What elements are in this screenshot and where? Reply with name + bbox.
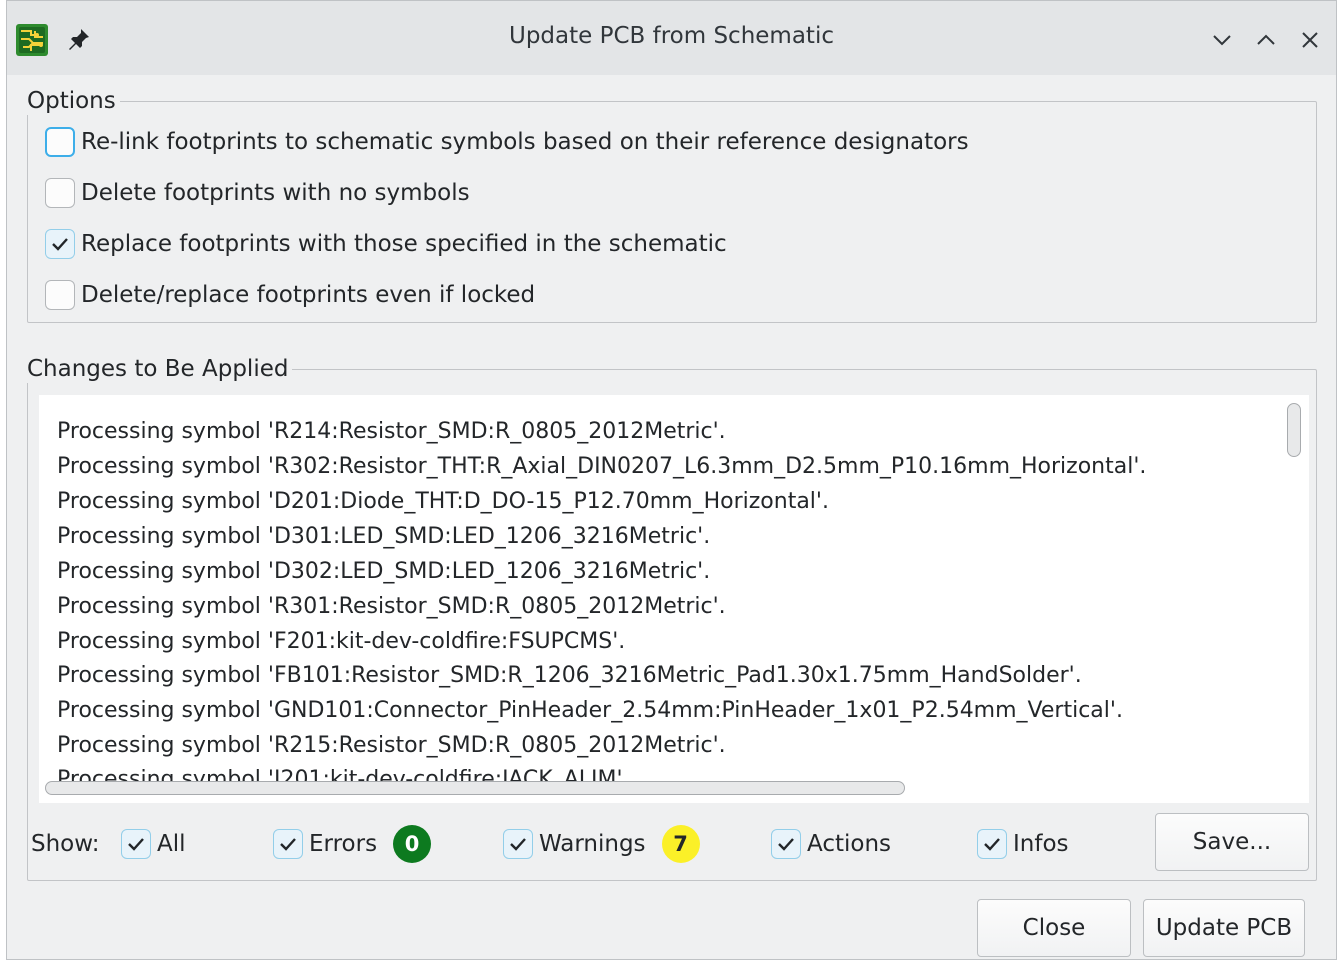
message-line: Processing symbol 'D301:LED_SMD:LED_1206… — [57, 524, 711, 549]
message-line: Processing symbol 'D201:Diode_THT:D_DO-1… — [57, 489, 829, 514]
message-line: Processing symbol 'R302:Resistor_THT:R_A… — [57, 454, 1147, 479]
filter-infos[interactable]: Infos — [977, 827, 1069, 861]
message-line: Processing symbol 'R301:Resistor_SMD:R_0… — [57, 594, 726, 619]
options-group-label: Options — [27, 87, 120, 115]
close-icon — [1302, 32, 1318, 48]
checkmark-icon — [52, 238, 68, 251]
minimize-button[interactable] — [1207, 25, 1237, 55]
maximize-button[interactable] — [1251, 25, 1281, 55]
minimize-icon — [1213, 35, 1231, 46]
message-line: Processing symbol 'R214:Resistor_SMD:R_0… — [57, 419, 726, 444]
window-title: Update PCB from Schematic — [509, 23, 834, 49]
update-pcb-dialog: Update PCB from Schematic Options Re-lin… — [6, 0, 1337, 960]
vertical-scrollbar[interactable] — [1287, 403, 1301, 457]
message-line: Processing symbol 'R215:Resistor_SMD:R_0… — [57, 733, 726, 758]
delete-locked-checkbox[interactable] — [45, 280, 75, 310]
warning-count-badge: 7 — [661, 825, 700, 863]
option-delete-locked-footprints[interactable]: Delete/replace footprints even if locked — [45, 278, 535, 312]
replace-footprints-checkbox[interactable] — [45, 229, 75, 259]
delete-footprints-checkbox[interactable] — [45, 178, 75, 208]
error-count-badge: 0 — [393, 825, 432, 863]
filter-errors-label: Errors — [309, 831, 378, 857]
filter-actions-label: Actions — [807, 831, 892, 857]
changes-message-list[interactable]: Processing symbol 'R214:Resistor_SMD:R_0… — [39, 395, 1309, 803]
filter-all[interactable]: All — [121, 827, 186, 861]
message-line: Processing symbol 'D302:LED_SMD:LED_1206… — [57, 559, 711, 584]
errors-checkbox[interactable] — [273, 829, 303, 859]
checkmark-icon — [984, 838, 1000, 851]
option-replace-footprints[interactable]: Replace footprints with those specified … — [45, 227, 727, 261]
title-bar: Update PCB from Schematic — [7, 1, 1336, 75]
actions-checkbox[interactable] — [771, 829, 801, 859]
option-label: Delete/replace footprints even if locked — [81, 282, 536, 308]
option-label: Replace footprints with those specified … — [81, 231, 727, 257]
option-label: Delete footprints with no symbols — [81, 180, 470, 206]
all-checkbox[interactable] — [121, 829, 151, 859]
option-label: Re-link footprints to schematic symbols … — [81, 129, 969, 155]
option-relink-footprints[interactable]: Re-link footprints to schematic symbols … — [45, 125, 969, 159]
infos-checkbox[interactable] — [977, 829, 1007, 859]
message-line: Processing symbol 'F201:kit-dev-coldfire… — [57, 629, 626, 654]
option-delete-unused-footprints[interactable]: Delete footprints with no symbols — [45, 176, 470, 210]
relink-checkbox[interactable] — [45, 127, 75, 157]
warnings-checkbox[interactable] — [503, 829, 533, 859]
horizontal-scrollbar[interactable] — [45, 781, 905, 795]
message-line: Processing symbol 'GND101:Connector_PinH… — [57, 698, 1123, 723]
maximize-icon — [1257, 34, 1275, 45]
checkmark-icon — [280, 838, 296, 851]
update-pcb-button[interactable]: Update PCB — [1143, 899, 1305, 957]
checkmark-icon — [128, 838, 144, 851]
checkmark-icon — [510, 838, 526, 851]
close-window-button[interactable] — [1295, 25, 1325, 55]
filter-actions[interactable]: Actions — [771, 827, 891, 861]
filter-warnings-label: Warnings — [539, 831, 646, 857]
filter-warnings[interactable]: Warnings 7 — [503, 825, 700, 863]
save-report-button[interactable]: Save... — [1155, 813, 1309, 871]
close-button[interactable]: Close — [977, 899, 1131, 957]
filter-errors[interactable]: Errors 0 — [273, 825, 432, 863]
show-label: Show: — [31, 831, 100, 857]
checkmark-icon — [778, 838, 794, 851]
filter-all-label: All — [157, 831, 186, 857]
message-line: Processing symbol 'FB101:Resistor_SMD:R_… — [57, 663, 1082, 688]
filter-infos-label: Infos — [1013, 831, 1069, 857]
changes-group-label: Changes to Be Applied — [27, 355, 293, 383]
